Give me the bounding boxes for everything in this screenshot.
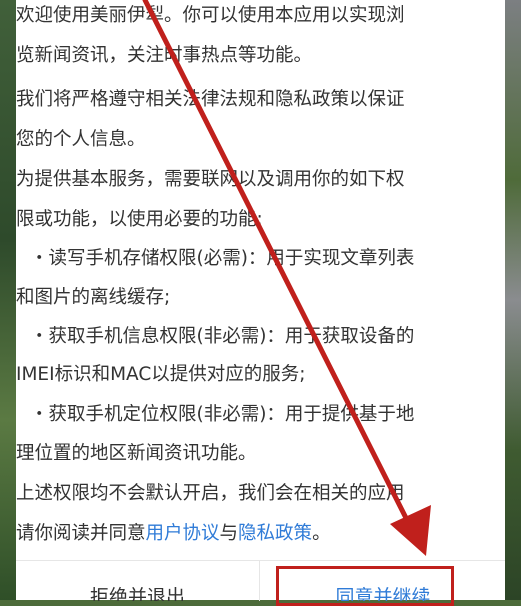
law-text-line2: 您的个人信息。 [16,129,146,150]
perm-device-line1: ・获取手机信息权限(非必需)：用于获取设备的 [30,326,415,347]
agreement-prefix: 请你阅读并同意 [16,523,146,544]
perm-location-line2: 理位置的地区新闻资讯功能。 [16,443,257,464]
perm-storage-line1: ・读写手机存储权限(必需)：用于实现文章列表 [30,248,415,269]
privacy-dialog: 欢迎使用美丽伊犁。你可以使用本应用以实现浏 览新闻资讯，关注时事热点等功能。 我… [16,0,505,601]
law-text-line1: 我们将严格遵守相关法律法规和隐私政策以保证 [16,89,405,110]
perm-storage-line2: 和图片的离线缓存; [16,287,171,308]
privacy-policy-link[interactable]: 隐私政策 [238,523,312,544]
perm-location-line1: ・获取手机定位权限(非必需)：用于提供基于地 [30,404,415,425]
intro-text-line1: 欢迎使用美丽伊犁。你可以使用本应用以实现浏 [16,5,405,26]
agreement-suffix: 。 [312,523,331,544]
need-text-line2: 限或功能，以使用必要的功能: [16,209,263,230]
background-scenery-right [505,0,521,600]
user-agreement-link[interactable]: 用户协议 [146,523,220,544]
dialog-content: 欢迎使用美丽伊犁。你可以使用本应用以实现浏 览新闻资讯，关注时事热点等功能。 我… [16,0,505,560]
reject-and-exit-button[interactable]: 拒绝并退出 [16,561,260,601]
agreement-and: 与 [219,523,239,544]
highlight-box [276,566,454,606]
need-text-line1: 为提供基本服务，需要联网以及调用你的如下权 [16,169,405,190]
agreement-text: 请你阅读并同意用户协议与隐私政策。 [16,518,331,550]
intro-text-line2: 览新闻资讯，关注时事热点等功能。 [16,45,313,66]
perm-device-line2: IMEI标识和MAC以提供对应的服务; [16,364,306,385]
reject-button-label: 拒绝并退出 [89,586,185,601]
background-scenery-left [0,0,16,600]
default-off-text: 上述权限均不会默认开启，我们会在相关的应用 [16,483,405,504]
